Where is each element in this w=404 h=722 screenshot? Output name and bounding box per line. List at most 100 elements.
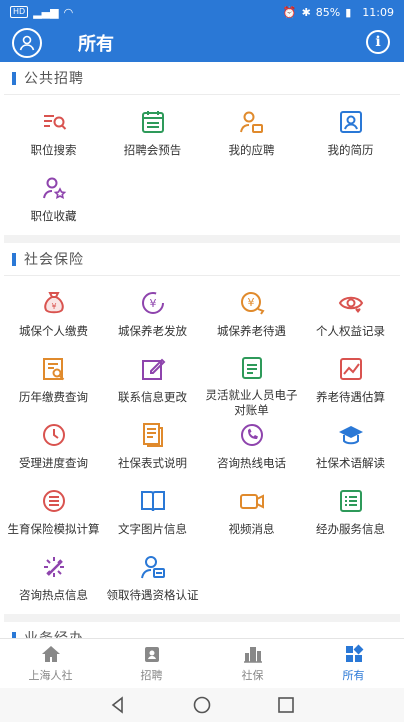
eye-heart-icon (336, 288, 366, 318)
svg-text:¥: ¥ (51, 302, 56, 311)
menu-item-label: 领取待遇资格认证 (106, 588, 199, 602)
menu-item-label: 城保个人缴费 (19, 324, 88, 338)
menu-item[interactable]: 联系信息更改 (103, 348, 202, 414)
menu-item[interactable]: 职位收藏 (4, 167, 103, 233)
battery-icon: ▮ (345, 5, 352, 19)
menu-item-label: 文字图片信息 (118, 522, 187, 536)
nav-item[interactable]: 上海人社 (0, 639, 101, 688)
menu-item[interactable]: 社保表式说明 (103, 414, 202, 480)
menu-item[interactable]: 历年缴费查询 (4, 348, 103, 414)
clock-icon (39, 420, 69, 450)
hotspot-icon (39, 552, 69, 582)
video-icon (237, 486, 267, 516)
svg-text:¥: ¥ (149, 297, 156, 310)
nav-item-label: 社保 (241, 669, 264, 682)
menu-item-label: 联系信息更改 (118, 390, 187, 404)
section-bar (12, 252, 16, 266)
menu-item[interactable]: 文字图片信息 (103, 480, 202, 546)
alarm-icon: ⏰ (282, 5, 297, 19)
section-bar (12, 71, 16, 85)
list-icon (336, 486, 366, 516)
grid-icon (345, 644, 363, 662)
calendar-icon (138, 107, 168, 137)
nav-item[interactable]: 社保 (202, 639, 303, 688)
menu-item-label: 城保养老发放 (118, 324, 187, 338)
menu-item-label: 社保表式说明 (118, 456, 187, 470)
back-icon[interactable] (109, 696, 127, 714)
app-bar: 所有 i (0, 24, 404, 62)
phone-icon (237, 420, 267, 450)
menu-item[interactable]: 招聘会预告 (103, 101, 202, 167)
system-nav (0, 688, 404, 722)
menu-item[interactable]: 经办服务信息 (301, 480, 400, 546)
building-icon (243, 647, 262, 663)
document-icon (138, 420, 168, 450)
section-header: 业务经办 (4, 622, 400, 638)
list-circle-icon (39, 486, 69, 516)
page-title: 所有 (78, 34, 114, 55)
section: 业务经办 (4, 622, 400, 638)
menu-item-label: 我的应聘 (228, 143, 275, 157)
section-grid: 职位搜索 招聘会预告 我的应聘 我的简历 职位收藏 (4, 95, 400, 235)
trend-chart-icon (336, 354, 366, 384)
menu-item-label: 视频消息 (228, 522, 275, 536)
status-left: HD ▂▄▆ ◠ (10, 6, 73, 19)
user-verify-icon (138, 552, 168, 582)
menu-item-label: 咨询热线电话 (217, 456, 286, 470)
content-scroll[interactable]: 公共招聘 职位搜索 招聘会预告 我的应聘 我的简历 职位收藏 社会保险 ¥ 城保个… (4, 62, 400, 638)
section-title: 社会保险 (24, 252, 84, 268)
menu-item[interactable]: 我的简历 (301, 101, 400, 167)
section: 社会保险 ¥ 城保个人缴费 ¥ 城保养老发放 ¥ 城保养老待遇 个人权益记录 历年缴费… (4, 243, 400, 614)
menu-item[interactable]: 个人权益记录 (301, 282, 400, 348)
resume-icon (336, 107, 366, 137)
menu-item[interactable]: 领取待遇资格认证 (103, 546, 202, 612)
section-header: 社会保险 (4, 243, 400, 276)
menu-item[interactable]: 咨询热点信息 (4, 546, 103, 612)
menu-item-label: 历年缴费查询 (19, 390, 88, 404)
menu-item-label: 咨询热点信息 (19, 588, 88, 602)
menu-item[interactable]: ¥ 城保养老待遇 (202, 282, 301, 348)
menu-item-label: 养老待遇估算 (316, 390, 385, 404)
signal-icon: ▂▄▆ (33, 5, 59, 19)
clock-time: 11:09 (362, 5, 394, 19)
section-title: 业务经办 (24, 628, 84, 638)
menu-item-label: 经办服务信息 (316, 522, 385, 536)
menu-item[interactable]: 社保术语解读 (301, 414, 400, 480)
section-title: 公共招聘 (24, 71, 84, 87)
nav-item[interactable]: 所有 (303, 639, 404, 688)
bill-icon (237, 354, 267, 382)
wifi-icon: ◠ (63, 5, 74, 19)
favorite-user-icon (39, 173, 69, 203)
home-circle-icon[interactable] (193, 696, 211, 714)
menu-item[interactable]: 生育保险模拟计算 (4, 480, 103, 546)
menu-item[interactable]: 灵活就业人员电子对账单 (202, 348, 301, 417)
recents-icon[interactable] (277, 696, 295, 714)
nav-item-label: 招聘 (140, 669, 163, 682)
menu-item[interactable]: 职位搜索 (4, 101, 103, 167)
menu-item[interactable]: 视频消息 (202, 480, 301, 546)
yuan-coin-icon: ¥ (237, 288, 267, 318)
menu-item-label: 生育保险模拟计算 (7, 522, 100, 536)
user-avatar-icon[interactable] (12, 28, 42, 58)
menu-item[interactable]: ¥ 城保个人缴费 (4, 282, 103, 348)
menu-item[interactable]: 养老待遇估算 (301, 348, 400, 414)
menu-item[interactable]: 咨询热线电话 (202, 414, 301, 480)
info-icon[interactable]: i (366, 30, 390, 54)
nav-item-label: 上海人社 (28, 669, 73, 682)
menu-item-label: 社保术语解读 (316, 456, 385, 470)
menu-item[interactable]: 受理进度查询 (4, 414, 103, 480)
menu-item-label: 个人权益记录 (316, 324, 385, 338)
bottom-nav: 上海人社 招聘 社保 所有 (0, 638, 404, 688)
ledger-search-icon (39, 354, 69, 384)
menu-item[interactable]: ¥ 城保养老发放 (103, 282, 202, 348)
menu-item-label: 城保养老待遇 (217, 324, 286, 338)
nav-item[interactable]: 招聘 (101, 639, 202, 688)
status-right: ⏰ ✱ 85% ▮ 11:09 (283, 6, 394, 19)
menu-item[interactable]: 我的应聘 (202, 101, 301, 167)
menu-item-label: 职位搜索 (30, 143, 77, 157)
yuan-cycle-icon: ¥ (138, 288, 168, 318)
menu-item-label: 招聘会预告 (123, 143, 182, 157)
svg-text:¥: ¥ (247, 296, 254, 309)
home-icon (41, 646, 60, 662)
book-icon (138, 486, 168, 516)
